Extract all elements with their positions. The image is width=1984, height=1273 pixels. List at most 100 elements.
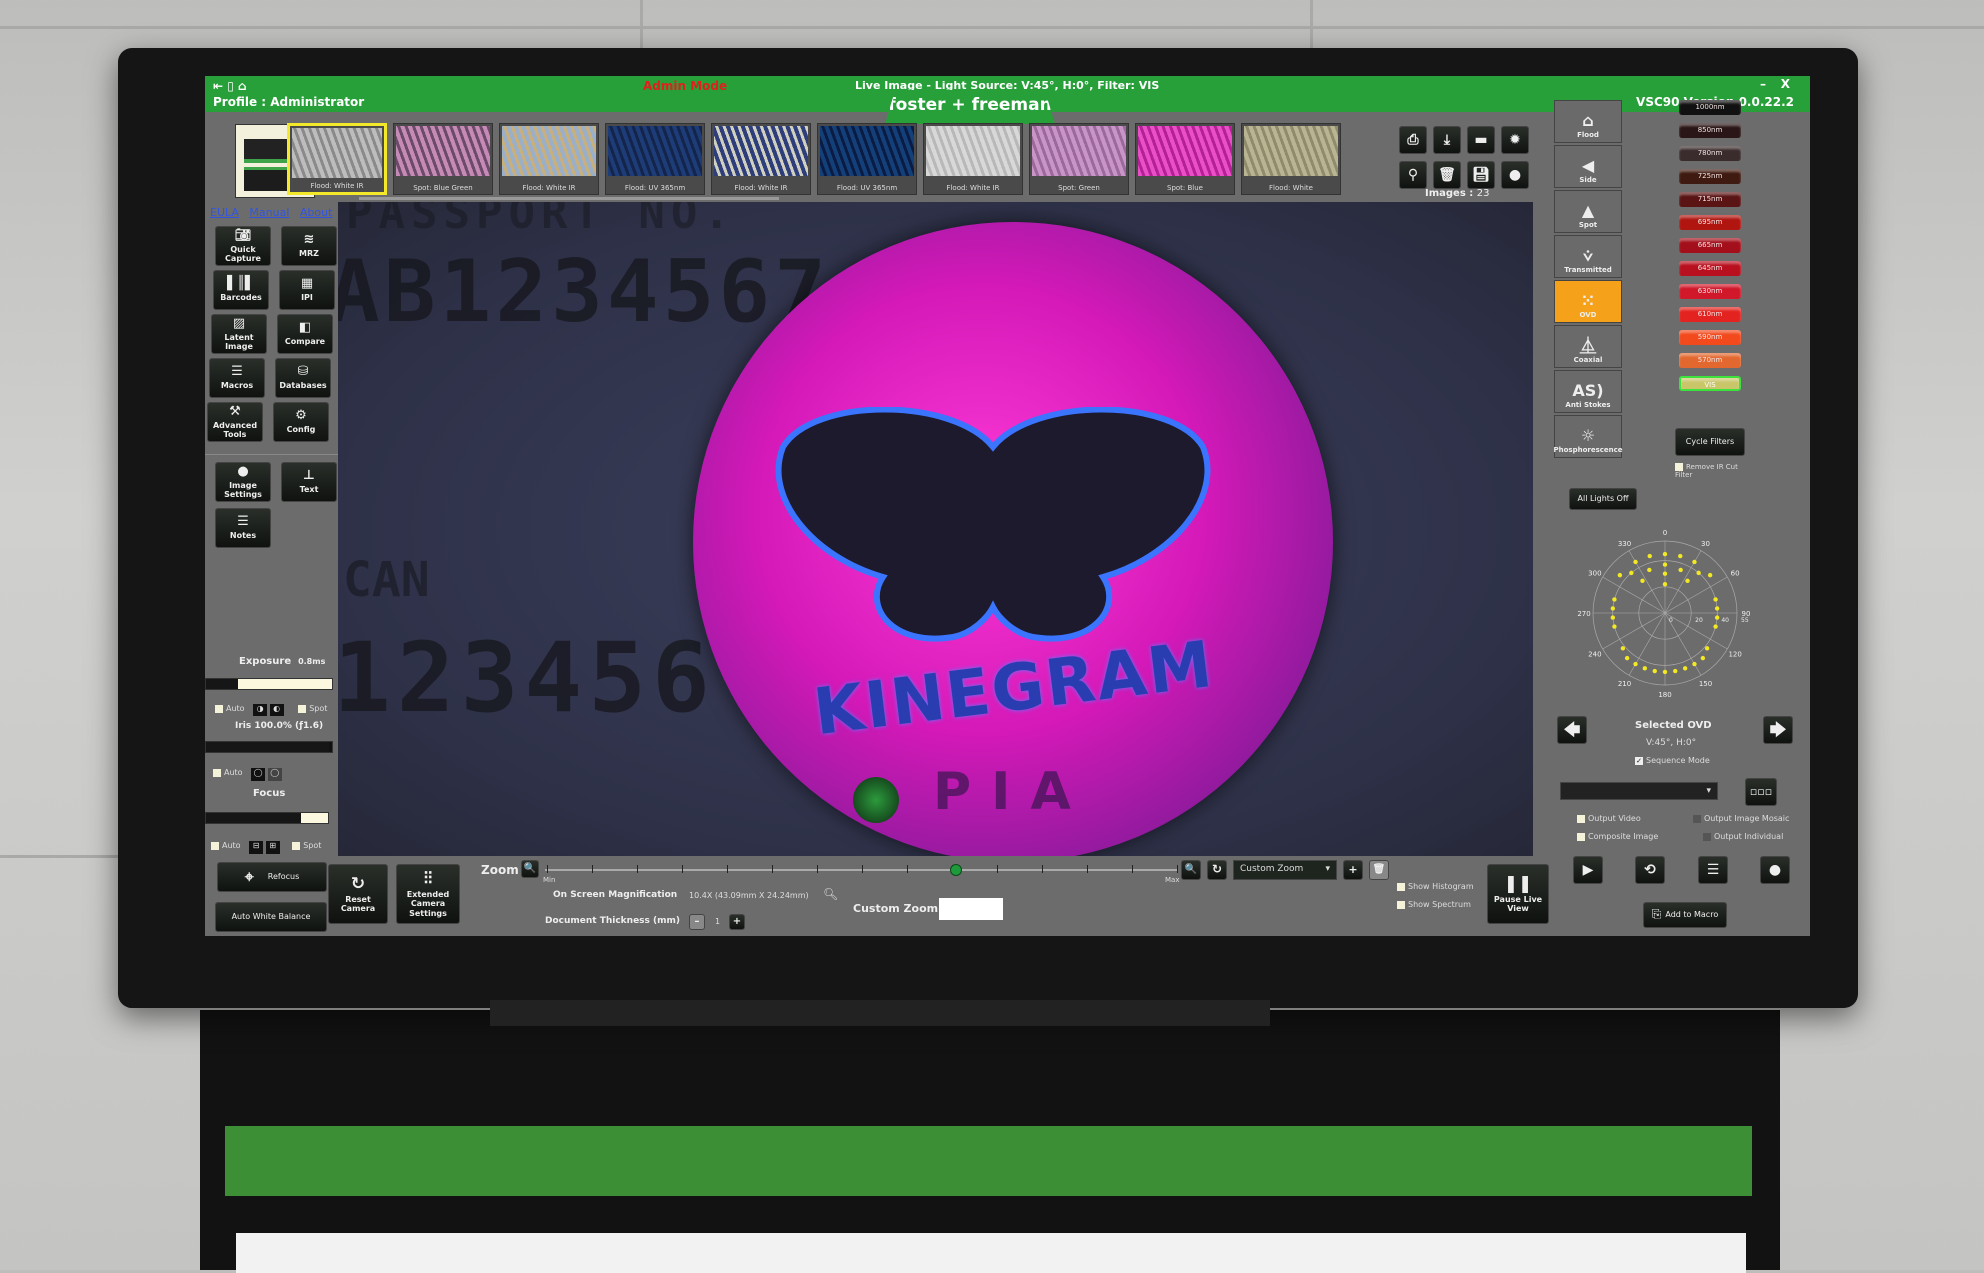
sequence-config-button[interactable]: ▫▫▫ [1745,778,1777,806]
tool-mrz-button[interactable]: ≋MRZ [281,226,337,266]
filter-1000nm-button[interactable]: 1000nm [1679,100,1741,115]
filter-vis-button[interactable]: VIS [1679,376,1741,391]
refocus-button[interactable]: ⌖Refocus [217,862,327,892]
thumbnail[interactable]: Flood: White IR [287,123,387,195]
minimize-button[interactable]: – [1760,77,1766,91]
sequence-list-button[interactable]: ☰ [1698,856,1728,884]
filter-665nm-button[interactable]: 665nm [1679,238,1741,253]
thumbnail[interactable]: Flood: UV 365nm [817,123,917,195]
tool-text-button[interactable]: ⊥Text [281,462,337,502]
focus-near-icon[interactable]: ◯ [251,768,265,781]
output-mosaic-checkbox[interactable] [1693,815,1701,823]
tool-config-button[interactable]: ⚙Config [273,402,329,442]
thumbnail[interactable]: Spot: Green [1029,123,1129,195]
filter-695nm-button[interactable]: 695nm [1679,215,1741,230]
tool-macros-button[interactable]: ☰Macros [209,358,265,398]
save-button[interactable]: 💾︎ [1467,161,1495,189]
show-histogram-checkbox[interactable] [1397,883,1405,891]
previous-ovd-button[interactable]: 🡄 [1557,716,1587,744]
sequence-dropdown[interactable]: ▾ [1560,782,1718,800]
thumbnail[interactable]: Flood: White IR [499,123,599,195]
filter-610nm-button[interactable]: 610nm [1679,307,1741,322]
auto-white-balance-button[interactable]: Auto White Balance [215,902,327,932]
light-phosphorescence-button[interactable]: ☼Phosphorescence [1554,415,1622,458]
eula-link[interactable]: EULA [210,206,239,219]
remove-ir-checkbox[interactable] [1675,463,1683,471]
light-flood-button[interactable]: ⌂Flood [1554,100,1622,143]
add-zoom-preset-button[interactable]: + [1343,860,1363,880]
record-sequence-button[interactable]: ● [1760,856,1790,884]
focus-slider[interactable] [205,812,329,824]
tool-image-settings-button[interactable]: ●Image Settings [215,462,271,502]
zoom-fit-icon[interactable]: ⊟ [249,841,263,854]
filter-725nm-button[interactable]: 725nm [1679,169,1741,184]
light-anti-stokes-button[interactable]: AS)Anti Stokes [1554,370,1622,413]
thumbnail-scrollbar[interactable] [359,197,779,200]
tool-databases-button[interactable]: ⛁Databases [275,358,331,398]
show-spectrum-checkbox[interactable] [1397,901,1405,909]
tool-barcodes-button[interactable]: ▌║▌Barcodes [213,270,269,310]
play-sequence-button[interactable]: ▶ [1573,856,1603,884]
thumbnail[interactable]: Flood: White [1241,123,1341,195]
settings-burst-button[interactable]: ✹ [1501,126,1529,154]
live-image-view[interactable]: PASSPORT NO. AB1234567 CAN 123456 KINEGR… [338,202,1533,856]
filter-630nm-button[interactable]: 630nm [1679,284,1741,299]
record-button[interactable]: ● [1501,161,1529,189]
light-side-button[interactable]: ◀Side [1554,145,1622,188]
iris-close-icon[interactable]: ◑ [253,704,267,716]
tool-compare-button[interactable]: ◧Compare [277,314,333,354]
cycle-sequence-button[interactable]: ⟲ [1635,856,1665,884]
cycle-filters-button[interactable]: Cycle Filters [1675,428,1745,456]
tool-latent-image-button[interactable]: ▨Latent Image [211,314,267,354]
download-button[interactable]: ⤓ [1433,126,1461,154]
extended-camera-settings-button[interactable]: ⫶⫶Extended Camera Settings [396,864,460,924]
custom-zoom-input[interactable] [939,898,1003,920]
light-transmitted-button[interactable]: ⩒Transmitted [1554,235,1622,278]
thumbnail[interactable]: Flood: White IR [711,123,811,195]
thickness-decrease-button[interactable]: – [689,914,705,930]
output-video-checkbox[interactable] [1577,815,1585,823]
filter-590nm-button[interactable]: 590nm [1679,330,1741,345]
filter-570nm-button[interactable]: 570nm [1679,353,1741,368]
tool-advanced-tools-button[interactable]: ⚒Advanced Tools [207,402,263,442]
close-button[interactable]: X [1781,77,1790,91]
capture-button[interactable]: ⎙ [1399,126,1427,154]
thumbnail[interactable]: Spot: Blue Green [393,123,493,195]
thumbnail[interactable]: Spot: Blue [1135,123,1235,195]
about-link[interactable]: About [300,206,333,219]
composite-image-checkbox[interactable] [1577,833,1585,841]
thumbnail[interactable]: Flood: UV 365nm [605,123,705,195]
search-button[interactable]: ⚲ [1399,161,1427,189]
spot-focus-checkbox[interactable] [292,842,300,850]
sequence-mode-checkbox[interactable]: ✓ [1635,757,1643,765]
iris-open-icon[interactable]: ◐ [270,704,284,716]
logout-icon[interactable]: ⇤ [213,79,223,93]
light-coaxial-button[interactable]: ⏅Coaxial [1554,325,1622,368]
zoom-in-button[interactable]: 🔍 [1181,860,1201,880]
zoom-reset-button[interactable]: ↻ [1207,860,1227,880]
ovd-polar-plot[interactable]: 03060901201501802102402703003300204055 [1575,521,1755,711]
thumbnail[interactable]: Flood: White IR [923,123,1023,195]
auto-focus-checkbox[interactable] [213,769,221,777]
zoom-preset-dropdown[interactable]: Custom Zoom▾ [1233,860,1337,880]
spot-exposure-checkbox[interactable] [298,705,306,713]
tool-notes-button[interactable]: ☰Notes [215,508,271,548]
light-ovd-button[interactable]: ⁙OVD [1554,280,1622,323]
tool-quick-capture-button[interactable]: 📷︎Quick Capture [215,226,271,266]
iris-slider[interactable] [205,741,333,753]
all-lights-off-button[interactable]: All Lights Off [1569,488,1637,510]
exposure-slider[interactable] [205,678,333,690]
filter-645nm-button[interactable]: 645nm [1679,261,1741,276]
output-individual-checkbox[interactable] [1703,833,1711,841]
zoom-slider[interactable] [545,869,1177,871]
magnifier-icon[interactable]: 🔍︎ [823,887,838,901]
home-icon[interactable]: ⌂ [238,79,247,93]
pause-live-view-button[interactable]: ❚❚Pause Live View [1487,864,1549,924]
tool-ipi-button[interactable]: ▦IPI [279,270,335,310]
trash-button[interactable]: 🗑 [1433,161,1461,189]
folder-button[interactable]: ▬ [1467,126,1495,154]
delete-zoom-preset-button[interactable]: 🗑 [1369,860,1389,880]
manual-link[interactable]: Manual [249,206,289,219]
zoom-center-icon[interactable]: ⊞ [266,841,280,854]
zoom-slider-handle[interactable] [950,864,962,876]
